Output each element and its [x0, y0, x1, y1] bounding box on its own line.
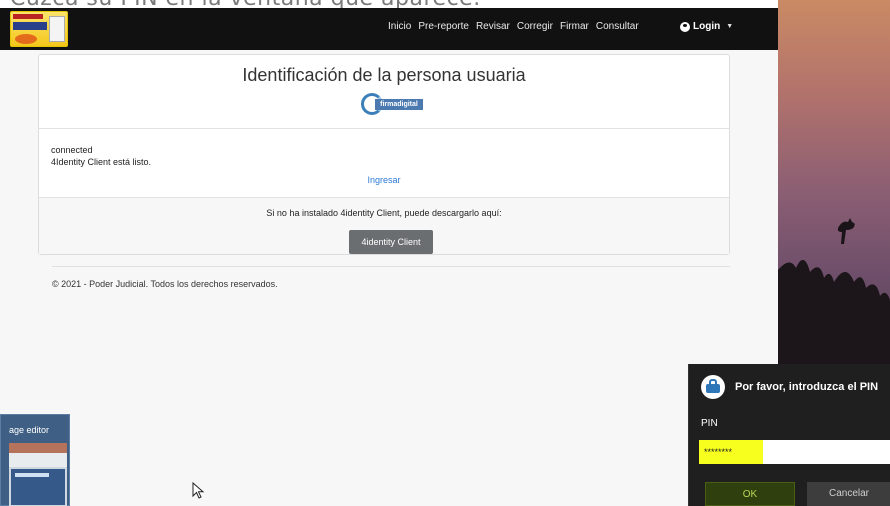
- taskbar-thumbnail[interactable]: age editor: [0, 414, 70, 506]
- login-menu[interactable]: Login ▼: [680, 21, 733, 32]
- user-circle-icon: [680, 21, 690, 32]
- nav-link-pre-reporte[interactable]: Pre-reporte: [418, 21, 469, 32]
- mouse-pointer-icon: [192, 482, 205, 499]
- cancel-button[interactable]: Cancelar: [807, 482, 890, 506]
- footer-divider: [52, 266, 730, 267]
- nav-link-firmar[interactable]: Firmar: [560, 21, 589, 32]
- identification-card: Identificación de la persona usuaria fir…: [38, 54, 730, 255]
- copyright-text: © 2021 - Poder Judicial. Todos los derec…: [52, 279, 278, 289]
- ok-button[interactable]: OK: [705, 482, 795, 506]
- client-ready-status: 4Identity Client está listo.: [51, 157, 152, 167]
- page-title: Identificación de la persona usuaria: [242, 65, 526, 85]
- pin-dialog: Por favor, introduzca el PIN PIN *******…: [688, 364, 890, 506]
- pin-input-value[interactable]: ********: [699, 440, 763, 464]
- pin-dialog-title: Por favor, introduzca el PIN: [735, 381, 879, 393]
- card-reader-icon: [701, 375, 725, 399]
- nav-link-inicio[interactable]: Inicio: [388, 21, 411, 32]
- download-client-button[interactable]: 4identity Client: [349, 230, 433, 254]
- site-logo-icon[interactable]: [10, 11, 68, 47]
- pin-label: PIN: [701, 418, 718, 429]
- nav-link-revisar[interactable]: Revisar: [476, 21, 510, 32]
- firma-digital-logo-icon: firmadigital: [359, 93, 425, 115]
- browser-viewport: Inicio Pre-reporte Revisar Corregir Firm…: [0, 8, 778, 506]
- login-label: Login: [693, 21, 721, 32]
- card-footer: Si no ha instalado 4identity Client, pue…: [39, 198, 729, 254]
- caret-down-icon: ▼: [726, 23, 734, 30]
- thumbnail-preview: [9, 443, 67, 506]
- download-hint: Si no ha instalado 4identity Client, pue…: [266, 208, 502, 218]
- thumbnail-title: age editor: [9, 425, 50, 435]
- ingresar-link[interactable]: Ingresar: [39, 175, 729, 185]
- top-navbar: Inicio Pre-reporte Revisar Corregir Firm…: [0, 8, 778, 50]
- firma-logo-text: firmadigital: [375, 99, 423, 110]
- nav-link-consultar[interactable]: Consultar: [596, 21, 639, 32]
- nav-links: Inicio Pre-reporte Revisar Corregir Firm…: [388, 21, 639, 32]
- connection-status: connected: [51, 145, 93, 155]
- divider: [39, 128, 729, 129]
- bird-silhouette-icon: [778, 218, 890, 380]
- nav-link-corregir[interactable]: Corregir: [517, 21, 553, 32]
